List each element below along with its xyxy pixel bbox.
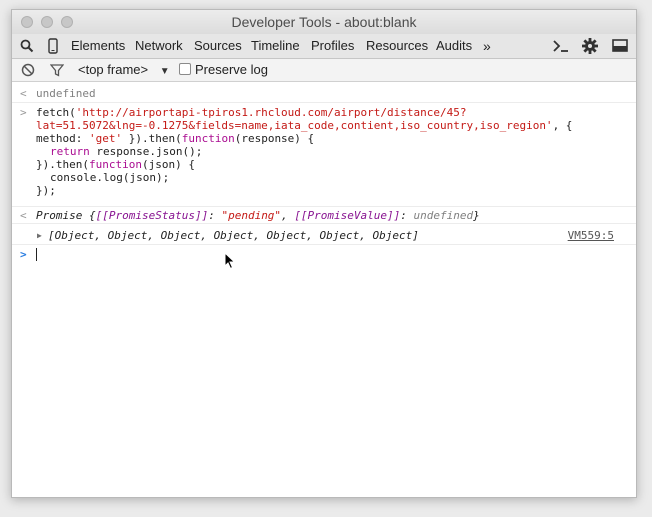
code-line-4: return response.json(); bbox=[50, 145, 203, 158]
expand-triangle-icon[interactable]: ▶ bbox=[37, 231, 42, 240]
mouse-cursor-icon bbox=[224, 252, 236, 270]
tab-elements[interactable]: Elements bbox=[71, 34, 125, 58]
code-line-1: fetch('http://airportapi-tpiros1.rhcloud… bbox=[36, 106, 467, 119]
minimize-window-button[interactable] bbox=[41, 16, 53, 28]
command-arrow-icon: > bbox=[20, 106, 27, 119]
tab-timeline[interactable]: Timeline bbox=[251, 34, 300, 58]
code-line-5: }).then(function(json) { bbox=[36, 158, 195, 171]
clear-console-icon[interactable] bbox=[21, 63, 35, 77]
promise-result[interactable]: Promise {[[PromiseStatus]]: "pending", [… bbox=[36, 209, 480, 222]
tab-network[interactable]: Network bbox=[135, 34, 183, 58]
result-arrow-icon: < bbox=[20, 87, 27, 100]
window-title: Developer Tools - about:blank bbox=[231, 14, 417, 30]
code-line-2: lat=51.5072&lng=-0.1275&fields=name,iata… bbox=[36, 119, 573, 132]
device-icon[interactable] bbox=[48, 38, 58, 54]
dock-icon[interactable] bbox=[612, 38, 628, 54]
source-link[interactable]: VM559:5 bbox=[568, 229, 614, 242]
result-arrow-icon: < bbox=[20, 209, 27, 222]
preserve-log-label: Preserve log bbox=[195, 62, 268, 77]
code-line-6: console.log(json); bbox=[50, 171, 170, 184]
console-toolbar: <top frame> ▼ Preserve log bbox=[12, 59, 636, 82]
tab-resources[interactable]: Resources bbox=[366, 34, 428, 58]
devtools-window: Developer Tools - about:blank Elements N… bbox=[11, 9, 637, 498]
preserve-log-option[interactable]: Preserve log bbox=[179, 59, 268, 81]
filter-icon[interactable] bbox=[50, 63, 64, 77]
title-bar: Developer Tools - about:blank bbox=[12, 10, 636, 34]
tab-profiles[interactable]: Profiles bbox=[311, 34, 354, 58]
console-command: > fetch('http://airportapi-tpiros1.rhclo… bbox=[12, 103, 636, 208]
tab-sources[interactable]: Sources bbox=[194, 34, 242, 58]
console-input-caret[interactable] bbox=[36, 248, 37, 261]
console-prompt[interactable]: > bbox=[12, 245, 636, 263]
frame-selector-label: <top frame> bbox=[78, 62, 149, 77]
console-result: < Promise {[[PromiseStatus]]: "pending",… bbox=[12, 207, 636, 224]
zoom-window-button[interactable] bbox=[61, 16, 73, 28]
console-drawer-icon[interactable] bbox=[552, 38, 570, 54]
console-log-entry: ▶ [Object, Object, Object, Object, Objec… bbox=[12, 224, 636, 244]
tab-audits[interactable]: Audits bbox=[436, 34, 472, 58]
code-line-7: }); bbox=[36, 184, 56, 197]
more-tabs-button[interactable]: » bbox=[483, 34, 491, 58]
chevron-down-icon: ▼ bbox=[159, 66, 170, 77]
result-text: undefined bbox=[36, 87, 96, 100]
close-window-button[interactable] bbox=[21, 16, 33, 28]
code-line-3: method: 'get' }).then(function(response)… bbox=[36, 132, 315, 145]
preserve-log-checkbox[interactable] bbox=[179, 63, 191, 75]
array-output[interactable]: [Object, Object, Object, Object, Object,… bbox=[48, 229, 419, 242]
prompt-arrow-icon: > bbox=[20, 248, 27, 261]
search-icon[interactable] bbox=[20, 38, 34, 54]
gear-icon[interactable] bbox=[582, 38, 598, 54]
frame-selector[interactable]: <top frame> ▼ bbox=[78, 59, 170, 83]
panel-tab-bar: Elements Network Sources Timeline Profil… bbox=[12, 34, 636, 59]
console-message: < undefined bbox=[12, 84, 636, 101]
console-output: < undefined > fetch('http://airportapi-t… bbox=[12, 82, 636, 497]
